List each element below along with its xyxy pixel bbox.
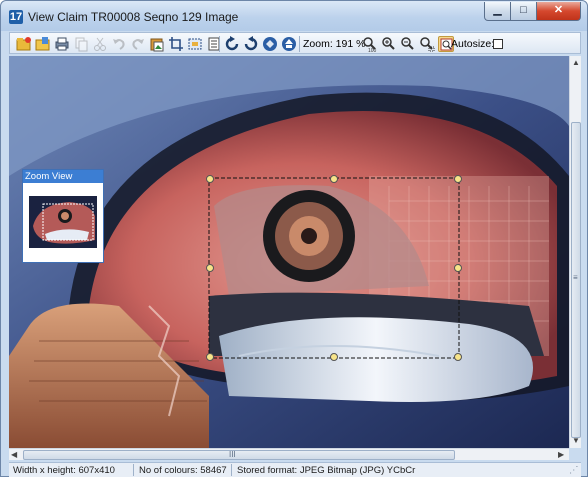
crop-icon[interactable]	[168, 36, 184, 52]
resize-grip-icon[interactable]: ⋰	[569, 465, 579, 476]
flip-vertical-icon[interactable]	[281, 36, 297, 52]
vertical-scroll-thumb[interactable]: ≡	[571, 122, 581, 438]
close-button[interactable]: ✕	[537, 2, 581, 21]
view-claim-image-window: 17 View Claim TR00008 Seqno 129 Image ▁ …	[0, 0, 588, 477]
minimize-button[interactable]: ▁	[484, 2, 511, 21]
scroll-up-arrow-icon[interactable]: ▲	[572, 58, 580, 68]
scroll-right-arrow-icon[interactable]: ▶	[558, 450, 564, 460]
selection-handle	[454, 175, 462, 183]
save-folder-icon[interactable]	[35, 36, 51, 52]
selection-handle	[330, 353, 338, 361]
print-icon[interactable]	[54, 36, 70, 52]
zoom-view-panel[interactable]: Zoom View	[22, 169, 104, 263]
zoom-view-thumbnail[interactable]	[29, 196, 97, 248]
zoom-view-title: Zoom View	[23, 170, 103, 183]
zoom-level: Zoom: 191 %	[303, 38, 366, 50]
status-divider	[231, 464, 232, 476]
vertical-grip: ≡	[573, 273, 578, 282]
zoom-in-icon[interactable]	[381, 36, 397, 52]
zoom-100-icon[interactable]: 100	[362, 36, 378, 54]
redo-icon[interactable]	[130, 36, 146, 52]
status-divider	[133, 464, 134, 476]
window-title: View Claim TR00008 Seqno 129 Image	[28, 10, 239, 24]
autosize-checkbox[interactable]	[493, 39, 503, 49]
horizontal-grip: III	[229, 450, 236, 459]
select-region-icon[interactable]	[187, 36, 203, 52]
copy-icon[interactable]	[73, 36, 89, 52]
title-bar[interactable]: 17 View Claim TR00008 Seqno 129 Image ▁ …	[1, 1, 587, 31]
status-format: Stored format: JPEG Bitmap (JPG) YCbCr	[237, 465, 416, 476]
cut-icon[interactable]	[92, 36, 108, 52]
scroll-down-arrow-icon[interactable]: ▼	[572, 436, 580, 446]
app-icon: 17	[9, 10, 23, 24]
paste-image-icon[interactable]	[149, 36, 165, 52]
toolbar-separator	[219, 36, 220, 52]
selection-handle	[206, 353, 214, 361]
image-toolbar: Zoom: 191 % 100 Autosize:	[9, 32, 581, 54]
zoom-out-icon[interactable]	[400, 36, 416, 52]
selection-handle	[454, 264, 462, 272]
maximize-button[interactable]: □	[511, 2, 537, 21]
selection-handle	[206, 175, 214, 183]
scroll-left-arrow-icon[interactable]: ◀	[11, 450, 17, 460]
horizontal-scrollbar[interactable]: ◀ III ▶	[9, 448, 569, 460]
status-bar: Width x height: 607x410 No of colours: 5…	[9, 462, 581, 477]
toolbar-separator	[299, 36, 300, 52]
status-colours: No of colours: 58467	[139, 465, 227, 476]
zoom-100-label: 100	[368, 48, 377, 52]
rotate-right-icon[interactable]	[243, 35, 259, 52]
open-folder-icon[interactable]	[16, 36, 32, 52]
selection-handle	[330, 175, 338, 183]
zoom-selection-icon[interactable]	[419, 36, 435, 52]
flip-horizontal-icon[interactable]	[262, 36, 278, 52]
undo-icon[interactable]	[111, 36, 127, 52]
horizontal-scroll-thumb[interactable]: III	[23, 450, 455, 460]
status-dimensions: Width x height: 607x410	[13, 465, 115, 476]
autosize-label: Autosize:	[451, 38, 495, 50]
selection-handle	[206, 264, 214, 272]
rotate-left-icon[interactable]	[224, 35, 240, 52]
vertical-scrollbar[interactable]: ▲ ≡ ▼	[569, 56, 581, 448]
selection-handle	[454, 353, 462, 361]
